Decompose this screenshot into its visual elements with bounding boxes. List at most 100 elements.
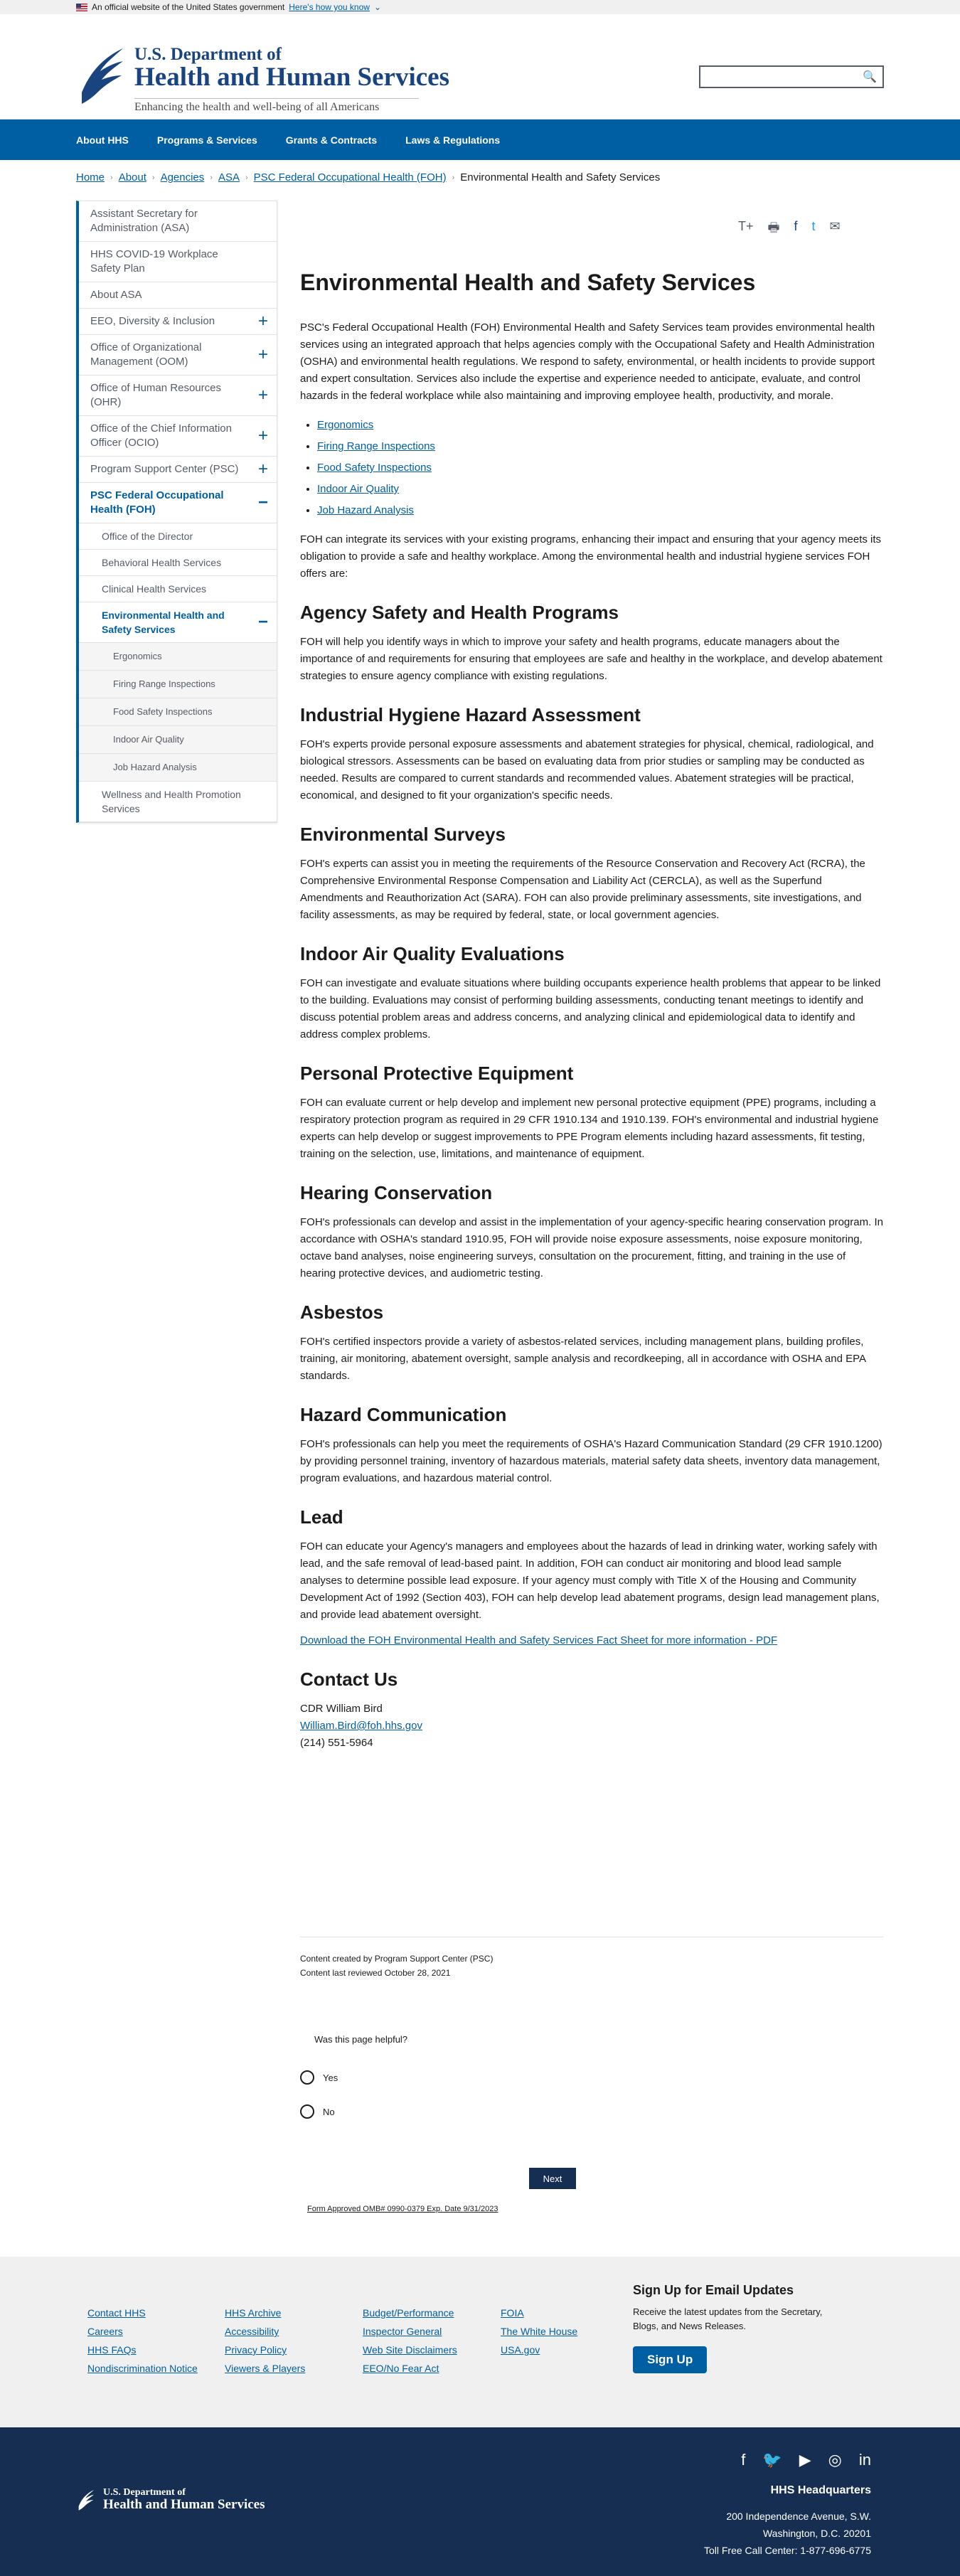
section-text: FOH's certified inspectors provide a var… [300, 1336, 866, 1382]
heres-how-link[interactable]: Here's how you know [289, 2, 370, 12]
yes-radio[interactable] [300, 2070, 314, 2085]
footer-link[interactable]: HHS Archive [225, 2304, 305, 2322]
sidebar-item[interactable]: About ASA [79, 282, 277, 309]
sidebar-item[interactable]: HHS COVID-19 Workplace Safety Plan [79, 242, 277, 282]
search-input[interactable]: 🔍 [699, 65, 884, 88]
pdf-link[interactable]: Download the FOH Environmental Health an… [300, 1632, 883, 1649]
signup-button[interactable]: Sign Up [633, 2346, 708, 2373]
banner-text: An official website of the United States… [92, 2, 285, 12]
section-text: FOH's experts can assist you in meeting … [300, 858, 865, 921]
feedback-form: Was this page helpful? Yes No [300, 2034, 407, 2119]
text-size-icon[interactable]: T+ [738, 219, 754, 240]
breadcrumb-separator-icon: › [110, 173, 113, 182]
sidebar-item[interactable]: Ergonomics [79, 643, 277, 671]
facebook-icon[interactable]: f [794, 219, 798, 240]
breadcrumb-item[interactable]: About [119, 171, 146, 183]
footer-link[interactable]: Inspector General [363, 2322, 457, 2341]
sidebar-item[interactable]: Indoor Air Quality [79, 726, 277, 754]
sidebar-item[interactable]: Assistant Secretary for Administration (… [79, 201, 277, 242]
breadcrumb-item[interactable]: PSC Federal Occupational Health (FOH) [254, 171, 447, 183]
footer-link[interactable]: Careers [87, 2322, 198, 2341]
footer-link[interactable]: Accessibility [225, 2322, 305, 2341]
section-heading: Industrial Hygiene Hazard Assessment [300, 704, 641, 725]
feedback-question: Was this page helpful? [314, 2034, 408, 2045]
section-heading: Lead [300, 1506, 343, 1528]
hq-title: HHS Headquarters [770, 2484, 871, 2496]
sidebar-item[interactable]: Clinical Health Services [79, 576, 277, 602]
breadcrumb-item[interactable]: Home [76, 171, 105, 183]
contact-email[interactable]: William.Bird@foh.hhs.gov [300, 1720, 422, 1732]
twitter-icon[interactable]: 🐦 [762, 2451, 782, 2469]
nav-item[interactable]: About HHS [76, 134, 129, 146]
footer-link[interactable]: The White House [501, 2322, 577, 2341]
intro-text: PSC's Federal Occupational Health (FOH) … [300, 321, 875, 402]
footer-link[interactable]: USA.gov [501, 2341, 577, 2359]
main-nav: About HHS Programs & Services Grants & Con… [0, 119, 960, 160]
content-reviewed: Content last reviewed October 28, 2021 [300, 1968, 451, 1978]
sidebar-item[interactable]: Firing Range Inspections [79, 671, 277, 698]
eagle-icon [82, 48, 123, 104]
instagram-icon[interactable]: ◎ [828, 2451, 842, 2469]
sidebar-item[interactable]: EEO, Diversity & Inclusion [79, 309, 277, 335]
logo-line2: Health and Human Services [134, 63, 449, 92]
sections: Agency Safety and Health Programs FOH wil… [300, 602, 883, 1624]
footer-links: Contact HHS Careers HHS FAQs Nondiscriminat… [0, 2257, 960, 2427]
facebook-icon[interactable]: f [741, 2451, 745, 2469]
sidebar-item[interactable]: Office of Organizational Management (OOM… [79, 335, 277, 376]
section-text: FOH's experts provide personal exposure … [300, 738, 874, 802]
hhs-logo[interactable]: U.S. Department of Health and Human Serv… [76, 43, 449, 114]
breadcrumb: Home › About › Agencies › ASA › PSC Federal Occu… [76, 171, 660, 183]
nav-item[interactable]: Programs & Services [157, 134, 257, 146]
service-link[interactable]: Firing Range Inspections [317, 440, 435, 452]
breadcrumb-item[interactable]: Agencies [161, 171, 205, 183]
email-icon[interactable]: ✉ [830, 219, 841, 240]
footer-link[interactable]: Viewers & Players [225, 2359, 305, 2378]
sidebar-item[interactable]: PSC Federal Occupational Health (FOH) [79, 483, 277, 523]
service-link[interactable]: Ergonomics [317, 419, 373, 431]
section-text: FOH's professionals can help you meet th… [300, 1438, 882, 1484]
service-link[interactable]: Indoor Air Quality [317, 483, 399, 495]
footer-col-4: FOIA The White House USA.gov [501, 2304, 577, 2359]
next-button[interactable]: Next [529, 2168, 576, 2189]
signup-title: Sign Up for Email Updates [633, 2283, 794, 2297]
section-heading: Agency Safety and Health Programs [300, 602, 619, 623]
footer-link[interactable]: Nondiscrimination Notice [87, 2359, 198, 2378]
twitter-icon[interactable]: t [812, 219, 816, 240]
linkedin-icon[interactable]: in [859, 2451, 871, 2469]
service-link[interactable]: Food Safety Inspections [317, 462, 432, 474]
youtube-icon[interactable]: ▶ [799, 2451, 811, 2469]
list-item: Job Hazard Analysis [317, 500, 883, 521]
footer-link[interactable]: Budget/Performance [363, 2304, 457, 2322]
sidebar-item[interactable]: Office of the Director [79, 523, 277, 550]
sidebar-item[interactable]: Job Hazard Analysis [79, 754, 277, 782]
breadcrumb-item[interactable]: ASA [218, 171, 240, 183]
social-links: f 🐦 ▶ ◎ in [741, 2451, 871, 2469]
hq-address2: Washington, D.C. 20201 [762, 2528, 871, 2539]
chevron-down-icon[interactable]: ⌄ [374, 2, 381, 12]
sidebar-item[interactable]: Program Support Center (PSC) [79, 457, 277, 483]
sidebar-item[interactable]: Office of the Chief Information Officer … [79, 416, 277, 457]
nav-item[interactable]: Laws & Regulations [405, 134, 500, 146]
footer-link[interactable]: Contact HHS [87, 2304, 198, 2322]
print-icon[interactable]: 🖶 [768, 219, 780, 240]
breadcrumb-separator-icon: › [452, 173, 455, 182]
footer-link[interactable]: Web Site Disclaimers [363, 2341, 457, 2359]
footer-link[interactable]: EEO/No Fear Act [363, 2359, 457, 2378]
sidebar-item[interactable]: Office of Human Resources (OHR) [79, 376, 277, 416]
section-heading: Asbestos [300, 1302, 384, 1323]
search-icon[interactable]: 🔍 [863, 70, 877, 84]
footer-link[interactable]: Privacy Policy [225, 2341, 305, 2359]
footer-logo[interactable]: U.S. Department of Health and Human Servi… [76, 2488, 265, 2512]
service-link[interactable]: Job Hazard Analysis [317, 504, 414, 516]
nav-item[interactable]: Grants & Contracts [286, 134, 377, 146]
sidebar-item[interactable]: Environmental Health and Safety Services [79, 602, 277, 643]
sidebar-item[interactable]: Behavioral Health Services [79, 550, 277, 576]
logo-line1: U.S. Department of [134, 45, 282, 64]
no-radio[interactable] [300, 2104, 314, 2119]
footer-link[interactable]: HHS FAQs [87, 2341, 198, 2359]
footer-link[interactable]: FOIA [501, 2304, 577, 2322]
section-text: FOH can educate your Agency's managers a… [300, 1540, 880, 1621]
omb-link[interactable]: Form Approved OMB# 0990-0379 Exp. Date 9… [307, 2205, 498, 2213]
sidebar-item[interactable]: Food Safety Inspections [79, 698, 277, 726]
sidebar-item[interactable]: Wellness and Health Promotion Services [79, 782, 277, 822]
